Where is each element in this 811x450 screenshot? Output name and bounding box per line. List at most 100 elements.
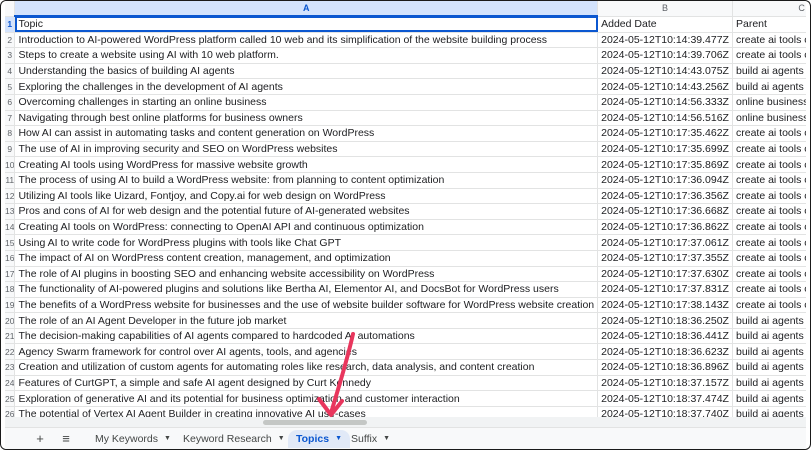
added-date-cell[interactable]: 2024-05-12T10:17:35.699Z: [597, 141, 733, 158]
topic-cell[interactable]: Overcoming challenges in starting an onl…: [14, 94, 599, 111]
parent-cell[interactable]: build ai agents: [732, 78, 806, 95]
parent-cell[interactable]: create ai tools on wordpress: [732, 188, 806, 205]
added-date-cell[interactable]: 2024-05-12T10:17:37.061Z: [597, 234, 733, 251]
topic-cell[interactable]: Using AI to write code for WordPress plu…: [14, 234, 599, 251]
added-date-cell[interactable]: 2024-05-12T10:14:39.477Z: [597, 32, 733, 49]
plus-icon[interactable]: +: [31, 431, 49, 447]
row-number[interactable]: 12: [5, 188, 16, 205]
chevron-down-icon[interactable]: ▼: [383, 435, 390, 442]
topic-cell[interactable]: The decision-making capabilities of AI a…: [14, 328, 599, 345]
row-number[interactable]: 1: [5, 16, 16, 33]
topic-cell[interactable]: Understanding the basics of building AI …: [14, 63, 599, 80]
row-number[interactable]: 10: [5, 156, 16, 173]
parent-cell[interactable]: create ai tools on wordpress: [732, 156, 806, 173]
topic-cell[interactable]: Exploring the challenges in the developm…: [14, 78, 599, 95]
topic-cell[interactable]: The process of using AI to build a WordP…: [14, 172, 599, 189]
tab-keyword-research[interactable]: Keyword Research ▼: [175, 430, 293, 448]
parent-cell[interactable]: online business ideas: [732, 94, 806, 111]
added-date-cell[interactable]: 2024-05-12T10:17:37.831Z: [597, 281, 733, 298]
topic-cell[interactable]: The use of AI in improving security and …: [14, 141, 599, 158]
added-date-cell[interactable]: 2024-05-12T10:18:36.623Z: [597, 343, 733, 361]
parent-cell[interactable]: build ai agents: [732, 390, 806, 407]
column-header-c[interactable]: C: [732, 1, 806, 17]
row-number[interactable]: 4: [5, 63, 16, 80]
row-number[interactable]: 14: [5, 219, 16, 236]
row-number[interactable]: 7: [5, 110, 16, 127]
parent-cell[interactable]: build ai agents: [732, 359, 806, 376]
added-date-cell[interactable]: 2024-05-12T10:18:36.250Z: [597, 312, 733, 329]
tab-topics[interactable]: Topics ▼: [288, 430, 350, 448]
topic-cell[interactable]: The role of AI plugins in boosting SEO a…: [14, 266, 599, 283]
parent-cell[interactable]: create ai tools on wordpress: [732, 250, 806, 267]
added-date-cell[interactable]: 2024-05-12T10:14:43.075Z: [597, 63, 733, 80]
row-number[interactable]: 9: [5, 141, 16, 158]
added-date-cell[interactable]: 2024-05-12T10:18:37.740Z: [597, 406, 733, 417]
row-number[interactable]: 6: [5, 94, 16, 111]
parent-cell[interactable]: create ai tools on wordpress: [732, 266, 806, 283]
tab-my-keywords[interactable]: My Keywords ▼: [87, 430, 179, 448]
added-date-cell[interactable]: 2024-05-12T10:14:56.333Z: [597, 94, 733, 111]
chevron-down-icon[interactable]: ▼: [164, 435, 171, 442]
select-all-corner[interactable]: [5, 1, 16, 17]
topic-cell[interactable]: Steps to create a website using AI with …: [14, 47, 599, 64]
row-number[interactable]: 15: [5, 234, 16, 251]
row-number[interactable]: 20: [5, 312, 16, 329]
added-date-cell[interactable]: 2024-05-12T10:18:37.157Z: [597, 375, 733, 392]
topic-cell[interactable]: Creating AI tools using WordPress for ma…: [14, 156, 599, 173]
row-number[interactable]: 17: [5, 266, 16, 283]
added-date-cell[interactable]: 2024-05-12T10:18:36.441Z: [597, 328, 733, 345]
column-header-a[interactable]: A: [14, 1, 599, 17]
row-number[interactable]: 25: [5, 390, 16, 407]
topic-cell[interactable]: Utilizing AI tools like Uizard, Fontjoy,…: [14, 188, 599, 205]
added-date-cell[interactable]: 2024-05-12T10:17:36.356Z: [597, 188, 733, 205]
parent-cell[interactable]: create ai tools on wordpress: [732, 32, 806, 49]
added-date-cell[interactable]: 2024-05-12T10:18:37.474Z: [597, 390, 733, 407]
parent-cell[interactable]: create ai tools on wordpress: [732, 125, 806, 142]
added-date-cell[interactable]: 2024-05-12T10:17:36.668Z: [597, 203, 733, 220]
topic-cell[interactable]: How AI can assist in automating tasks an…: [14, 125, 599, 142]
parent-cell[interactable]: create ai tools on wordpress: [732, 219, 806, 236]
topic-cell[interactable]: Exploration of generative AI and its pot…: [14, 390, 599, 407]
row-number[interactable]: 11: [5, 172, 16, 189]
tab-suffix[interactable]: Suffix ▼: [343, 430, 398, 448]
parent-cell[interactable]: create ai tools on wordpress: [732, 141, 806, 158]
added-date-cell[interactable]: 2024-05-12T10:17:37.355Z: [597, 250, 733, 267]
added-date-cell[interactable]: 2024-05-12T10:17:36.094Z: [597, 172, 733, 189]
parent-cell[interactable]: build ai agents: [732, 343, 806, 361]
added-date-cell[interactable]: 2024-05-12T10:14:43.256Z: [597, 78, 733, 95]
parent-cell[interactable]: create ai tools on wordpress: [732, 281, 806, 298]
added-date-cell[interactable]: 2024-05-12T10:17:37.630Z: [597, 266, 733, 283]
topic-cell[interactable]: The role of an AI Agent Developer in the…: [14, 312, 599, 329]
row-number[interactable]: 8: [5, 125, 16, 142]
row-number[interactable]: 21: [5, 328, 16, 345]
row-number[interactable]: 2: [5, 32, 16, 49]
added-date-cell[interactable]: 2024-05-12T10:18:36.896Z: [597, 359, 733, 376]
parent-cell[interactable]: build ai agents: [732, 375, 806, 392]
topic-cell[interactable]: Navigating through best online platforms…: [14, 110, 599, 127]
row-number[interactable]: 16: [5, 250, 16, 267]
column-header-b[interactable]: B: [597, 1, 733, 17]
added-date-cell[interactable]: 2024-05-12T10:14:56.516Z: [597, 110, 733, 127]
topic-cell[interactable]: The benefits of a WordPress website for …: [14, 297, 599, 314]
header-cell-parent[interactable]: Parent: [732, 16, 806, 33]
row-number[interactable]: 26: [5, 406, 16, 417]
chevron-down-icon[interactable]: ▼: [278, 435, 285, 442]
topic-cell[interactable]: The functionality of AI-powered plugins …: [14, 281, 599, 298]
added-date-cell[interactable]: 2024-05-12T10:17:35.869Z: [597, 156, 733, 173]
parent-cell[interactable]: build ai agents: [732, 312, 806, 329]
parent-cell[interactable]: build ai agents: [732, 406, 806, 417]
topic-cell[interactable]: Pros and cons of AI for web design and t…: [14, 203, 599, 220]
topic-cell[interactable]: The potential of Vertex AI Agent Builder…: [14, 406, 599, 417]
topic-cell[interactable]: Agency Swarm framework for control over …: [14, 343, 599, 361]
header-cell-added-date[interactable]: Added Date: [597, 16, 733, 33]
horizontal-scrollbar[interactable]: [5, 417, 806, 427]
added-date-cell[interactable]: 2024-05-12T10:17:38.143Z: [597, 297, 733, 314]
row-number[interactable]: 19: [5, 297, 16, 314]
topic-cell[interactable]: Creating AI tools on WordPress: connecti…: [14, 219, 599, 236]
row-number[interactable]: 3: [5, 47, 16, 64]
hamburger-icon[interactable]: ≡: [57, 431, 75, 447]
row-number[interactable]: 5: [5, 78, 16, 95]
parent-cell[interactable]: build ai agents: [732, 328, 806, 345]
row-number[interactable]: 22: [5, 343, 16, 361]
topic-cell[interactable]: The impact of AI on WordPress content cr…: [14, 250, 599, 267]
